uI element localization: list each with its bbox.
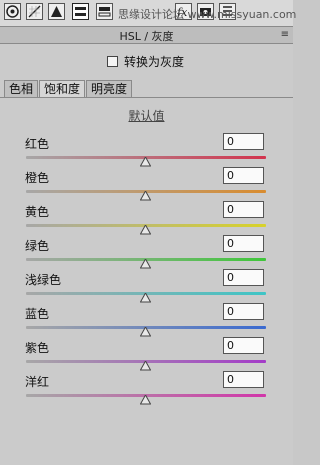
panel-title-bar: HSL / 灰度 ≡ (0, 27, 293, 44)
grayscale-checkbox[interactable] (107, 55, 118, 67)
hsl-panel: fx 思缘设计论坛 www.missyuan.com HSL / 灰度 ≡ 转换… (0, 0, 297, 465)
hsl-grayscale-icon[interactable] (72, 3, 89, 20)
slider-value-input[interactable] (223, 167, 264, 184)
tab-saturation[interactable]: 饱和度 (39, 80, 86, 97)
watermark-text: 思缘设计论坛 www.missyuan.com (118, 8, 297, 21)
slider-label: 橙色 (25, 171, 50, 185)
panel-toolbar: fx 思缘设计论坛 www.missyuan.com (0, 0, 297, 27)
tab-luminance[interactable]: 明亮度 (86, 80, 133, 97)
slider-value-input[interactable] (223, 337, 264, 354)
tone-curve-icon[interactable] (26, 3, 43, 20)
detail-triangle-icon[interactable] (48, 3, 65, 20)
slider-row: 洋红 (0, 371, 293, 405)
default-link[interactable]: 默认值 (0, 107, 293, 124)
slider-label: 洋红 (25, 375, 50, 389)
basic-aperture-icon[interactable] (4, 3, 21, 20)
slider-label: 蓝色 (25, 307, 50, 321)
slider-value-input[interactable] (223, 201, 264, 218)
tab-hue[interactable]: 色相 (4, 80, 39, 97)
slider-row: 紫色 (0, 337, 293, 371)
tab-divider (0, 97, 293, 98)
panel-title: HSL / 灰度 (119, 30, 174, 43)
slider-value-input[interactable] (223, 133, 264, 150)
slider-value-input[interactable] (223, 303, 264, 320)
slider-value-input[interactable] (223, 371, 264, 388)
slider-label: 紫色 (25, 341, 50, 355)
slider-value-input[interactable] (223, 235, 264, 252)
convert-to-grayscale[interactable]: 转换为灰度 (107, 53, 184, 69)
hsl-tabs: 色相 饱和度 明亮度 (4, 80, 133, 97)
grayscale-label: 转换为灰度 (124, 54, 185, 69)
slider-row: 绿色 (0, 235, 293, 269)
slider-value-input[interactable] (223, 269, 264, 286)
slider-row: 红色 (0, 133, 293, 167)
slider-row: 浅绿色 (0, 269, 293, 303)
split-toning-icon[interactable] (96, 3, 113, 20)
slider-label: 红色 (25, 137, 50, 151)
slider-row: 黄色 (0, 201, 293, 235)
slider-row: 蓝色 (0, 303, 293, 337)
slider-label: 浅绿色 (25, 273, 62, 287)
slider-row: 橙色 (0, 167, 293, 201)
slider-label: 黄色 (25, 205, 50, 219)
slider-label: 绿色 (25, 239, 50, 253)
panel-menu-icon[interactable]: ≡ (281, 29, 289, 40)
